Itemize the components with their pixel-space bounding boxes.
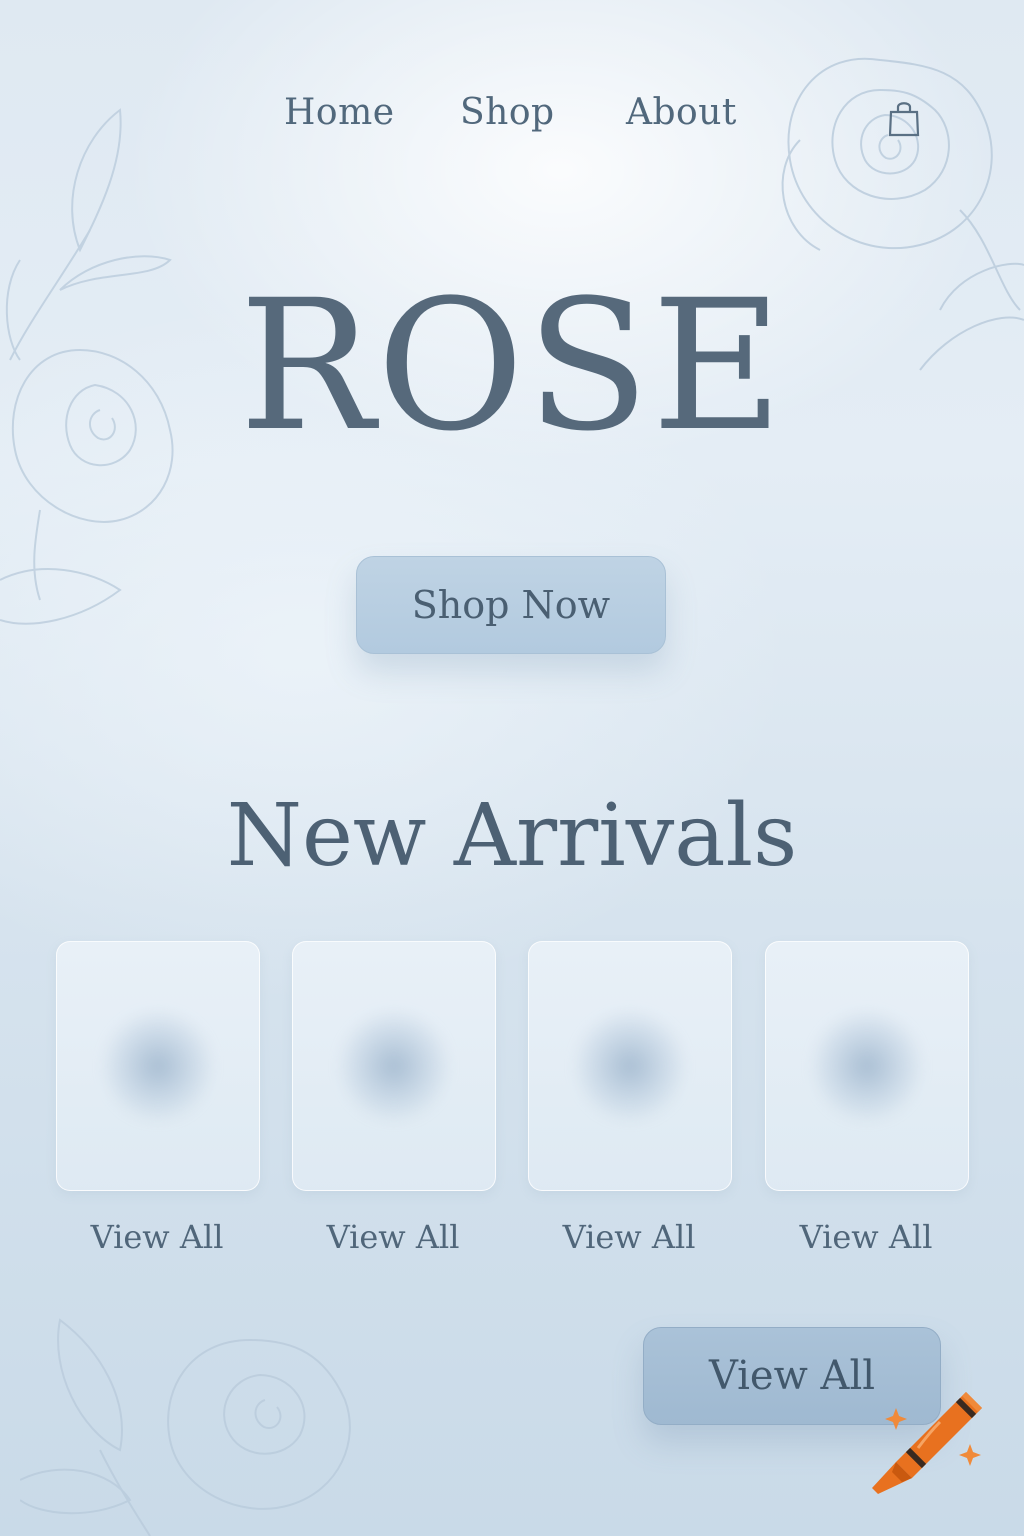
product-card[interactable] [56,941,260,1191]
product-card[interactable] [765,941,969,1191]
shop-now-button[interactable]: Shop Now [356,556,666,654]
crayon-icon [862,1378,992,1508]
shopping-bag-icon[interactable] [886,98,922,138]
product-view-all-link[interactable]: View All [56,1218,258,1256]
product-view-all-link[interactable]: View All [292,1218,494,1256]
nav-home-link[interactable]: Home [284,92,395,133]
product-view-all-link[interactable]: View All [528,1218,730,1256]
nav-shop-link[interactable]: Shop [460,92,555,133]
new-arrivals-title: New Arrivals [226,786,798,886]
product-card[interactable] [292,941,496,1191]
product-image [339,1011,449,1121]
product-image [575,1011,685,1121]
nav-about-link[interactable]: About [626,92,737,133]
product-image [103,1011,213,1121]
product-view-all-link[interactable]: View All [765,1218,967,1256]
hero-title: ROSE [239,262,785,471]
main-nav: Home Shop About [0,92,1024,142]
product-image [812,1011,922,1121]
product-card[interactable] [528,941,732,1191]
rose-illustration-bottom-left [20,1318,351,1536]
